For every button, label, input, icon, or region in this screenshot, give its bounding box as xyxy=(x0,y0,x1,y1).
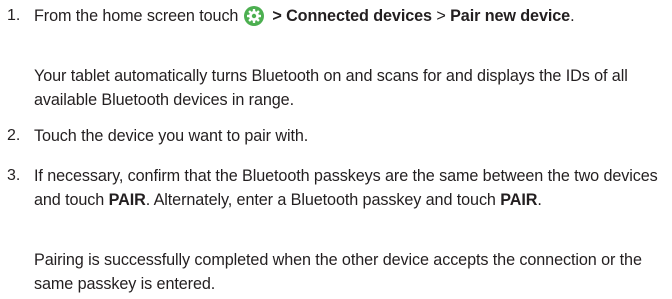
instruction-list: 1. From the home screen touch > Connecte… xyxy=(0,0,672,299)
nav-pair-new-device: Pair new device xyxy=(450,7,571,25)
pair-label-2: PAIR xyxy=(500,191,538,209)
step-3-end: . xyxy=(537,191,542,209)
step-3-number: 3. xyxy=(7,167,21,184)
step-2-text: Touch the device you want to pair with. xyxy=(34,127,309,145)
step-1-note: Your tablet automatically turns Bluetoot… xyxy=(34,67,628,109)
step-3-text: If necessary, confirm that the Bluetooth… xyxy=(34,164,666,212)
nav-separator: > xyxy=(431,7,451,25)
pair-label-1: PAIR xyxy=(108,191,146,209)
step-1-text: From the home screen touch > Connected d… xyxy=(34,4,666,28)
step-1-end: . xyxy=(570,7,575,25)
step-3-note: Pairing is successfully completed when t… xyxy=(34,251,642,293)
settings-gear-icon xyxy=(244,6,265,26)
step-2-number: 2. xyxy=(7,127,21,144)
step-3-text-b: . Alternately, enter a Bluetooth passkey… xyxy=(145,191,501,209)
nav-connected-devices: > Connected devices xyxy=(272,7,432,25)
step-1-number: 1. xyxy=(7,7,21,24)
step-1-intro: From the home screen touch xyxy=(34,7,239,25)
